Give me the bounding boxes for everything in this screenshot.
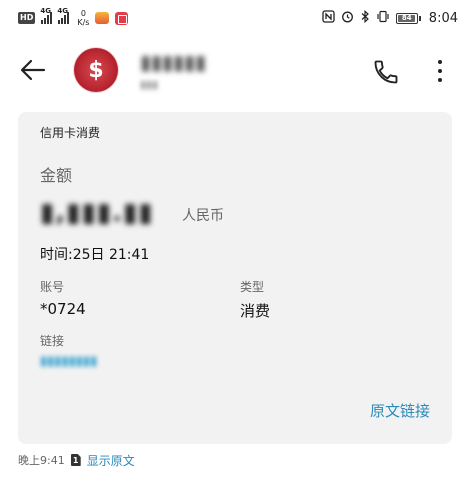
card-title: 信用卡消费 [40, 126, 101, 140]
bluetooth-icon [360, 9, 370, 26]
account-label: 账号 [40, 280, 65, 294]
back-button[interactable] [18, 55, 48, 85]
link-value[interactable]: ▮▮▮▮▮▮▮▮ [40, 354, 146, 369]
signal-strength-icon: 4G [57, 7, 70, 24]
network-speed: 0 K/s [77, 9, 89, 27]
status-clock: 8:04 [428, 10, 458, 26]
contact-subtitle: ▮▮▮ [140, 79, 159, 91]
signal-network-tag: 4G [57, 7, 68, 15]
more-dot-icon [438, 69, 442, 73]
alarm-icon [341, 10, 354, 26]
status-bar: HD 4G 4G 0 K/s 84 8:04 [0, 0, 472, 36]
status-bar-right: 84 8:04 [322, 9, 458, 26]
phone-icon [374, 60, 398, 84]
status-bar-left: HD 4G 4G 0 K/s [18, 7, 129, 27]
more-dot-icon [438, 78, 442, 82]
original-link-button[interactable]: 原文链接 [370, 400, 430, 421]
battery-icon: 84 [395, 12, 421, 24]
amount-value: ▮,▮▮▮.▮▮ [40, 198, 154, 228]
more-dot-icon [438, 60, 442, 64]
message-meta: 晚上9:41 1 显示原文 [18, 452, 135, 468]
type-value: 消费 [240, 302, 271, 320]
app-bar: $ ▮▮▮▮▮▮ ▮▮▮ [0, 36, 472, 102]
battery-level: 84 [401, 14, 412, 22]
transaction-time: 时间:25日 21:41 [40, 247, 150, 263]
more-options-button[interactable] [430, 56, 450, 86]
back-arrow-icon [20, 59, 46, 81]
contact-avatar[interactable]: $ [74, 48, 118, 92]
amount-label: 金额 [40, 166, 73, 185]
signal-network-tag: 4G [40, 7, 51, 15]
transaction-card[interactable]: 信用卡消费 金额 ▮,▮▮▮.▮▮ 人民币 时间:25日 21:41 账号 *0… [18, 112, 452, 444]
vibrate-icon [376, 10, 390, 26]
hd-badge: HD [18, 12, 36, 24]
amount-row: ▮,▮▮▮.▮▮ 人民币 [40, 198, 224, 228]
contact-name: ▮▮▮▮▮▮ [140, 51, 207, 73]
nfc-icon [322, 10, 335, 26]
type-label: 类型 [240, 280, 265, 294]
app-notification-icon [115, 11, 129, 25]
link-label: 链接 [40, 334, 65, 348]
signal-strength-icon: 4G [40, 7, 53, 24]
message-timestamp: 晚上9:41 [18, 454, 65, 467]
show-original-button[interactable]: 显示原文 [87, 452, 135, 469]
app-notification-icon [95, 12, 110, 24]
call-button[interactable] [372, 58, 400, 86]
network-speed-value: 0 [80, 9, 86, 18]
avatar-logo-icon: $ [88, 57, 104, 83]
network-speed-unit: K/s [77, 18, 90, 27]
amount-unit: 人民币 [182, 208, 224, 224]
sim-card-icon: 1 [70, 454, 81, 466]
account-value: *0724 [40, 300, 86, 318]
